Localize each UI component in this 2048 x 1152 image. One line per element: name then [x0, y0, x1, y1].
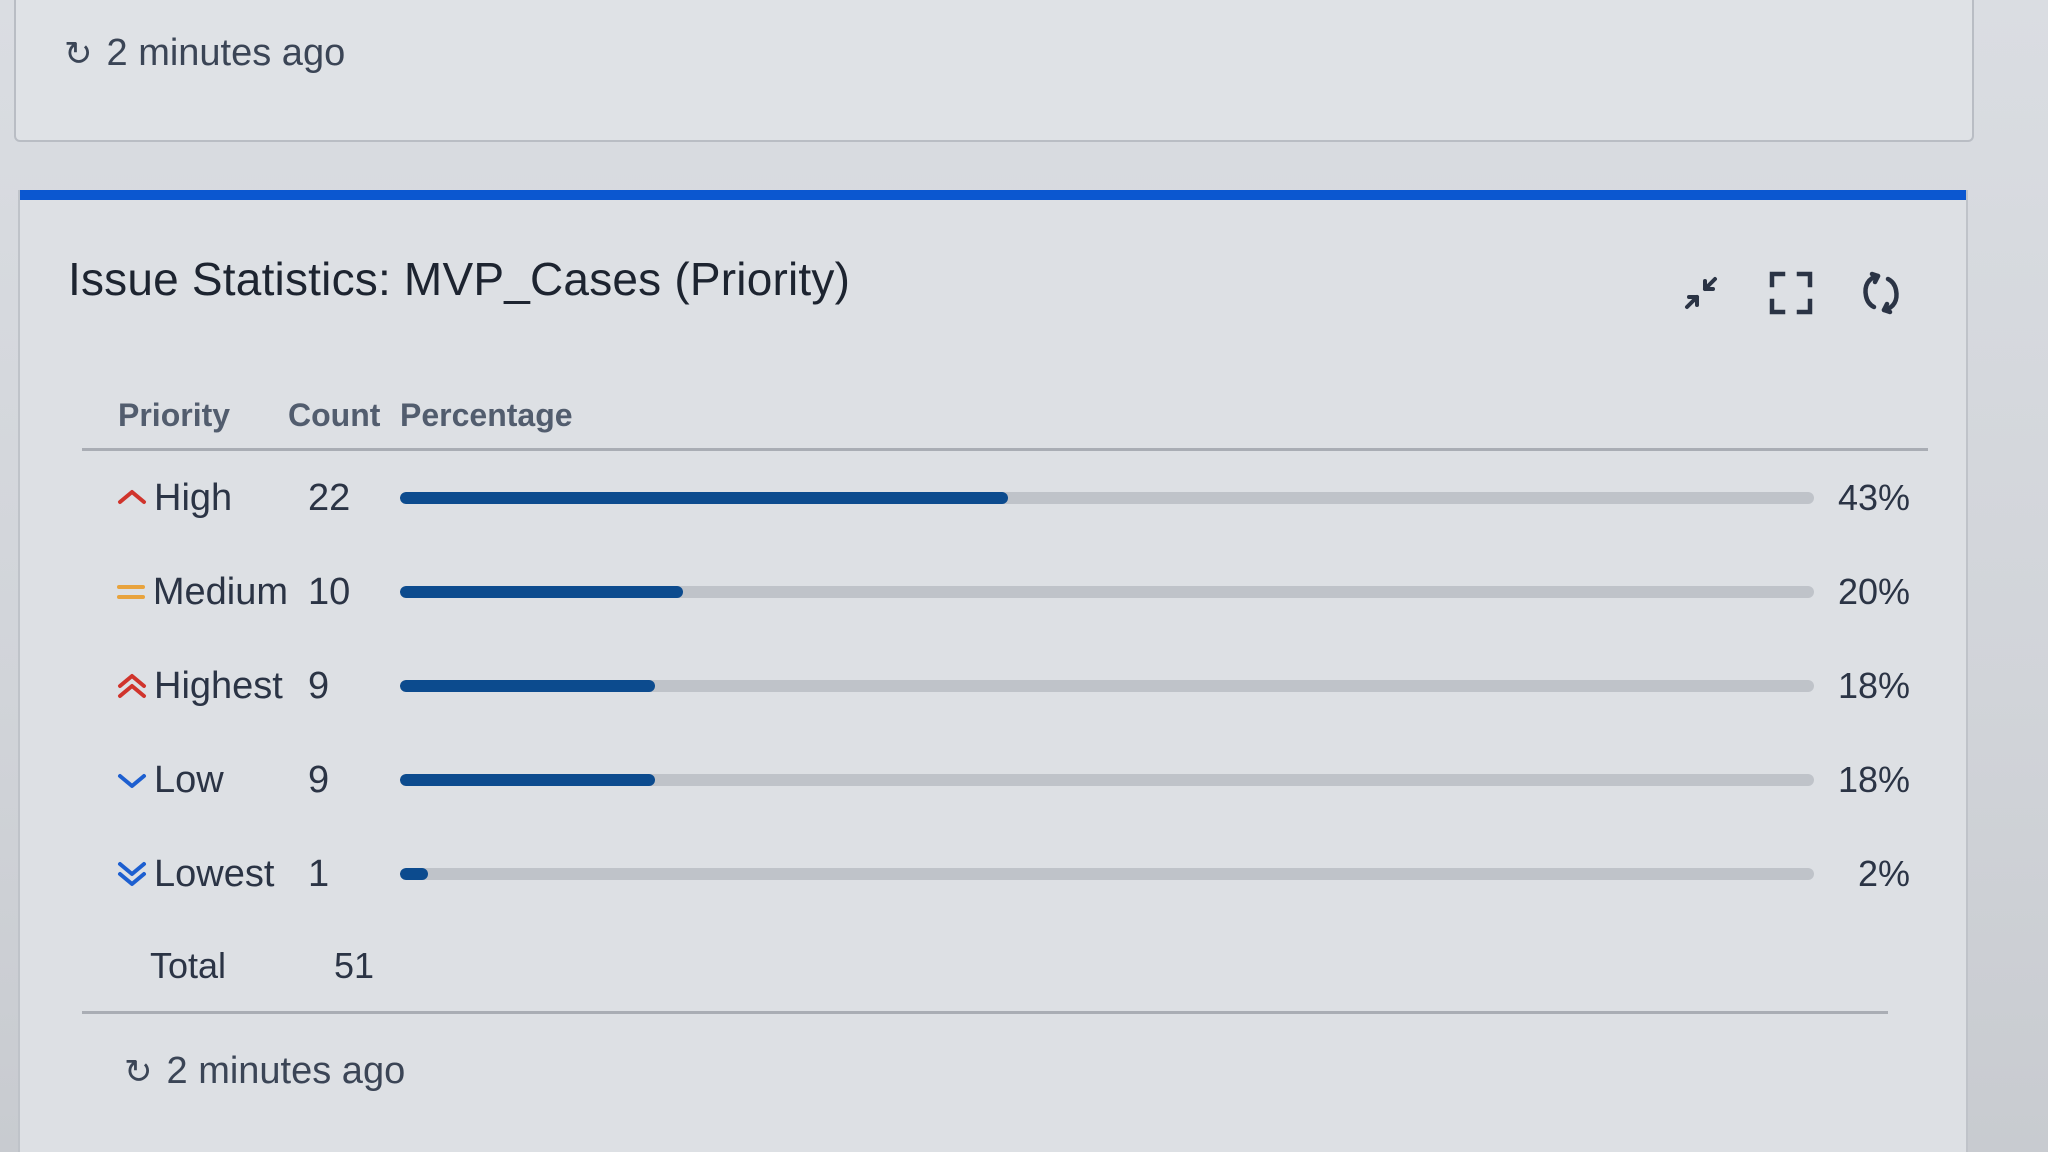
percentage-cell: 43%	[400, 477, 1928, 519]
issue-statistics-gadget: Issue Statistics: MVP_Cases (Priority) P…	[18, 190, 1968, 1152]
percentage-bar	[400, 586, 683, 598]
percentage-value: 2%	[1857, 853, 1910, 894]
table-row: High 22 43%	[82, 451, 1928, 545]
percentage-cell: 2%	[400, 853, 1928, 895]
priority-cell[interactable]: Highest	[82, 665, 288, 708]
percentage-bar	[400, 492, 1009, 504]
table-row: Lowest 1 2%	[82, 827, 1928, 921]
fullscreen-icon	[1769, 271, 1813, 315]
refresh-button[interactable]	[1856, 268, 1906, 318]
total-count[interactable]: 51	[288, 945, 400, 987]
priority-highest-icon	[114, 668, 150, 704]
minimize-icon	[1685, 277, 1717, 309]
total-row: Total 51	[82, 921, 1888, 1014]
percentage-cell: 20%	[400, 571, 1928, 613]
priority-label[interactable]: Highest	[154, 665, 283, 708]
priority-label[interactable]: Lowest	[154, 853, 274, 896]
refresh-icon	[1863, 271, 1899, 315]
column-header-count[interactable]: Count	[288, 397, 400, 434]
percentage-cell: 18%	[400, 759, 1928, 801]
priority-cell[interactable]: Medium	[82, 571, 288, 614]
column-header-percentage[interactable]: Percentage	[400, 397, 1928, 434]
priority-high-icon	[114, 480, 150, 516]
refresh-time: 2 minutes ago	[106, 32, 346, 74]
count-cell[interactable]: 1	[288, 853, 400, 896]
priority-cell[interactable]: High	[82, 477, 288, 520]
refresh-icon: ↻	[124, 1052, 153, 1091]
gadget-refresh-status[interactable]: ↻ 2 minutes ago	[124, 1050, 405, 1093]
percentage-value: 18%	[1837, 665, 1910, 706]
previous-gadget: ↻ 2 minutes ago	[14, 0, 1974, 142]
refresh-time: 2 minutes ago	[166, 1050, 406, 1092]
percentage-track	[400, 492, 1814, 504]
count-cell[interactable]: 22	[288, 477, 400, 520]
minimize-button[interactable]	[1676, 268, 1726, 318]
table-row: Highest 9 18%	[82, 639, 1928, 733]
dashboard-stage: ↻ 2 minutes ago Issue Statistics: MVP_Ca…	[0, 0, 2048, 1152]
percentage-track	[400, 680, 1814, 692]
percentage-bar	[400, 680, 655, 692]
table-body: High 22 43% Medium 10 20% Highest 9 18% …	[82, 451, 1928, 921]
percentage-value: 18%	[1837, 759, 1910, 800]
gadget-controls	[1676, 268, 1906, 318]
priority-low-icon	[114, 762, 150, 798]
count-cell[interactable]: 10	[288, 571, 400, 614]
percentage-bar	[400, 774, 655, 786]
percentage-cell: 18%	[400, 665, 1928, 707]
count-cell[interactable]: 9	[288, 665, 400, 708]
percentage-track	[400, 868, 1814, 880]
gadget-title: Issue Statistics: MVP_Cases (Priority)	[68, 253, 851, 305]
priority-lowest-icon	[114, 856, 150, 892]
percentage-track	[400, 586, 1814, 598]
percentage-track	[400, 774, 1814, 786]
count-cell[interactable]: 9	[288, 759, 400, 802]
column-header-priority[interactable]: Priority	[82, 397, 288, 434]
priority-label[interactable]: Medium	[153, 571, 288, 614]
table-row: Medium 10 20%	[82, 545, 1928, 639]
priority-medium-icon	[114, 574, 149, 610]
table-header: Priority Count Percentage	[82, 370, 1928, 451]
fullscreen-button[interactable]	[1766, 268, 1816, 318]
priority-statistics-table: Priority Count Percentage High 22 43% Me…	[82, 370, 1928, 1014]
table-row: Low 9 18%	[82, 733, 1928, 827]
total-label: Total	[150, 945, 227, 986]
percentage-bar	[400, 868, 429, 880]
priority-cell[interactable]: Low	[82, 759, 288, 802]
priority-cell[interactable]: Lowest	[82, 853, 288, 896]
percentage-value: 43%	[1837, 477, 1910, 518]
priority-label[interactable]: Low	[154, 759, 224, 802]
percentage-value: 20%	[1837, 571, 1910, 612]
refresh-icon: ↻	[64, 34, 93, 73]
gadget-accent-bar	[20, 190, 1966, 200]
previous-gadget-refresh[interactable]: ↻ 2 minutes ago	[64, 32, 345, 75]
priority-label[interactable]: High	[154, 477, 232, 520]
